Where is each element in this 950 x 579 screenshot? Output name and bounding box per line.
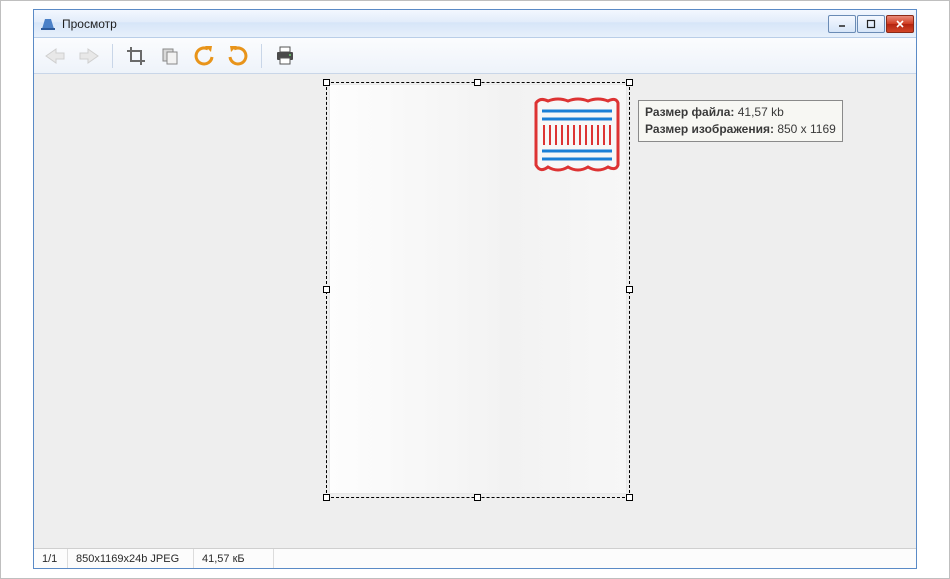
status-dimensions: 850x1169x24b JPEG [68,549,194,568]
copy-button[interactable] [155,42,185,70]
close-button[interactable] [886,15,914,33]
status-page: 1/1 [34,549,68,568]
print-button[interactable] [270,42,300,70]
tooltip-line2-value: 850 x 1169 [777,122,836,136]
canvas-area[interactable]: Размер файла: 41,57 kb Размер изображени… [34,74,916,548]
rotate-left-button[interactable] [189,42,219,70]
statusbar: 1/1 850x1169x24b JPEG 41,57 кБ [34,548,916,568]
titlebar: Просмотр [34,10,916,38]
tooltip-line2: Размер изображения: 850 x 1169 [645,121,836,138]
tooltip-line2-label: Размер изображения: [645,122,774,136]
status-filesize: 41,57 кБ [194,549,274,568]
info-tooltip: Размер файла: 41,57 kb Размер изображени… [638,100,843,142]
handle-s[interactable] [474,494,481,501]
minimize-button[interactable] [828,15,856,33]
maximize-button[interactable] [857,15,885,33]
separator [261,44,262,68]
next-button[interactable] [74,42,104,70]
toolbar [34,38,916,74]
separator [112,44,113,68]
prev-button[interactable] [40,42,70,70]
scanned-page [329,84,627,494]
tooltip-line1: Размер файла: 41,57 kb [645,104,836,121]
handle-w[interactable] [323,286,330,293]
handle-se[interactable] [626,494,633,501]
preview-window: Просмотр [33,9,917,569]
handle-nw[interactable] [323,79,330,86]
handle-sw[interactable] [323,494,330,501]
rotate-right-button[interactable] [223,42,253,70]
tooltip-line1-label: Размер файла: [645,105,734,119]
window-controls [828,15,914,33]
handle-e[interactable] [626,286,633,293]
handle-ne[interactable] [626,79,633,86]
handle-n[interactable] [474,79,481,86]
window-title: Просмотр [62,17,117,31]
scanned-object [532,95,622,175]
app-icon [40,16,56,32]
tooltip-line1-value: 41,57 kb [738,105,784,119]
application-frame: Просмотр [0,0,950,579]
crop-button[interactable] [121,42,151,70]
